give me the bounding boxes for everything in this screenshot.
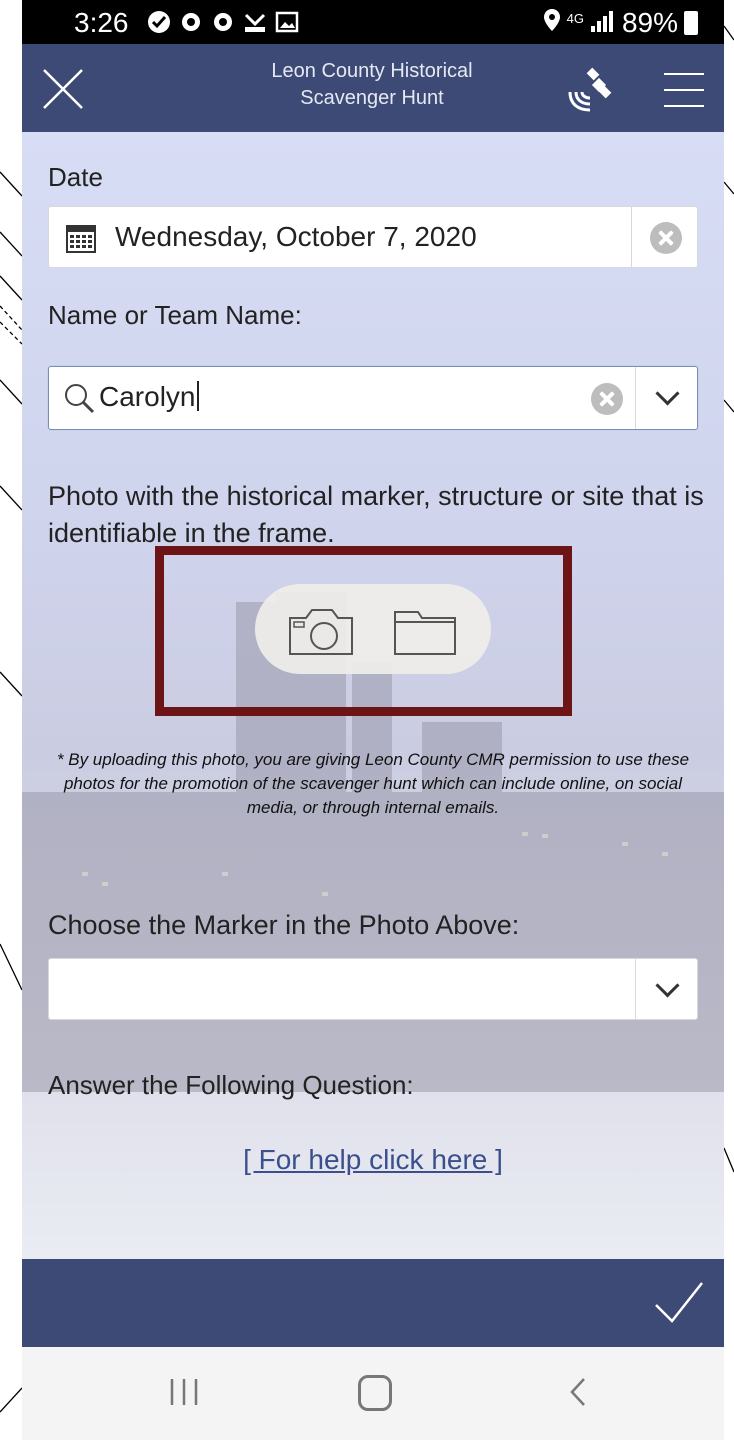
gear-icon — [211, 10, 235, 34]
choose-file-button[interactable] — [392, 606, 458, 658]
close-button[interactable] — [40, 66, 86, 112]
system-nav-bar — [22, 1347, 724, 1440]
marker-dropdown-button[interactable] — [636, 959, 698, 1021]
notification-icons — [147, 10, 299, 34]
status-time: 3:26 — [74, 7, 129, 38]
date-label: Date — [48, 162, 103, 192]
recent-apps-button[interactable] — [164, 1377, 204, 1407]
phone-screen: 3:26 4G 89% Leon County Historical Scave… — [22, 0, 724, 1440]
network-type: 4G — [566, 11, 584, 26]
camera-icon — [289, 609, 353, 655]
name-input[interactable]: Carolyn — [99, 381, 200, 413]
status-bar: 3:26 4G 89% — [22, 0, 724, 44]
form-content: Date Wednesday, October 7, 2020 Name or … — [22, 132, 724, 1259]
name-dropdown-button[interactable] — [636, 367, 698, 429]
clear-date-button[interactable] — [650, 222, 682, 254]
battery-icon — [684, 11, 698, 35]
home-button[interactable] — [358, 1375, 392, 1411]
chevron-down-icon — [655, 973, 680, 998]
clear-name-button[interactable] — [591, 383, 623, 415]
page-title-line1: Leon County Historical — [271, 60, 473, 82]
signal-icon — [590, 7, 616, 39]
name-value: Carolyn — [99, 381, 196, 412]
menu-button[interactable] — [664, 72, 704, 108]
search-icon — [65, 384, 95, 414]
battery-level: 89% — [621, 7, 678, 38]
marker-label: Choose the Marker in the Photo Above: — [48, 910, 520, 940]
calendar-icon — [66, 225, 96, 253]
menu-icon — [664, 73, 704, 107]
back-icon — [570, 1378, 585, 1406]
gps-button[interactable] — [562, 64, 616, 118]
folder-icon — [394, 611, 456, 655]
name-field[interactable]: Carolyn — [48, 366, 698, 430]
chevron-down-icon — [655, 381, 680, 406]
question-label: Answer the Following Question: — [48, 1070, 414, 1100]
check-circle-icon — [147, 10, 171, 34]
page-title-line2: Scavenger Hunt — [300, 87, 444, 109]
status-right: 4G 89% — [543, 7, 698, 39]
text-cursor — [197, 381, 200, 411]
close-icon — [43, 69, 83, 109]
date-value: Wednesday, October 7, 2020 — [115, 221, 477, 252]
help-link[interactable]: [ For help click here ] — [22, 1144, 724, 1176]
app-header: Leon County Historical Scavenger Hunt — [22, 44, 724, 132]
recent-apps-icon — [170, 1379, 198, 1405]
photo-label: Photo with the historical marker, struct… — [48, 481, 704, 548]
submit-button[interactable] — [654, 1279, 704, 1325]
upload-disclaimer: * By uploading this photo, you are givin… — [56, 750, 690, 817]
footer-bar — [22, 1259, 724, 1347]
location-icon — [543, 7, 561, 39]
marker-select[interactable] — [48, 958, 698, 1020]
page-title: Leon County Historical Scavenger Hunt — [222, 58, 522, 112]
back-button[interactable] — [562, 1375, 592, 1409]
gear-icon — [179, 10, 203, 34]
name-label: Name or Team Name: — [48, 300, 302, 330]
satellite-icon — [568, 67, 612, 112]
field-divider — [631, 207, 632, 267]
checkmark-icon — [655, 1282, 703, 1323]
missed-call-icon — [243, 10, 267, 34]
image-icon — [275, 10, 299, 34]
take-photo-button[interactable] — [286, 606, 356, 658]
date-field[interactable]: Wednesday, October 7, 2020 — [48, 206, 698, 268]
